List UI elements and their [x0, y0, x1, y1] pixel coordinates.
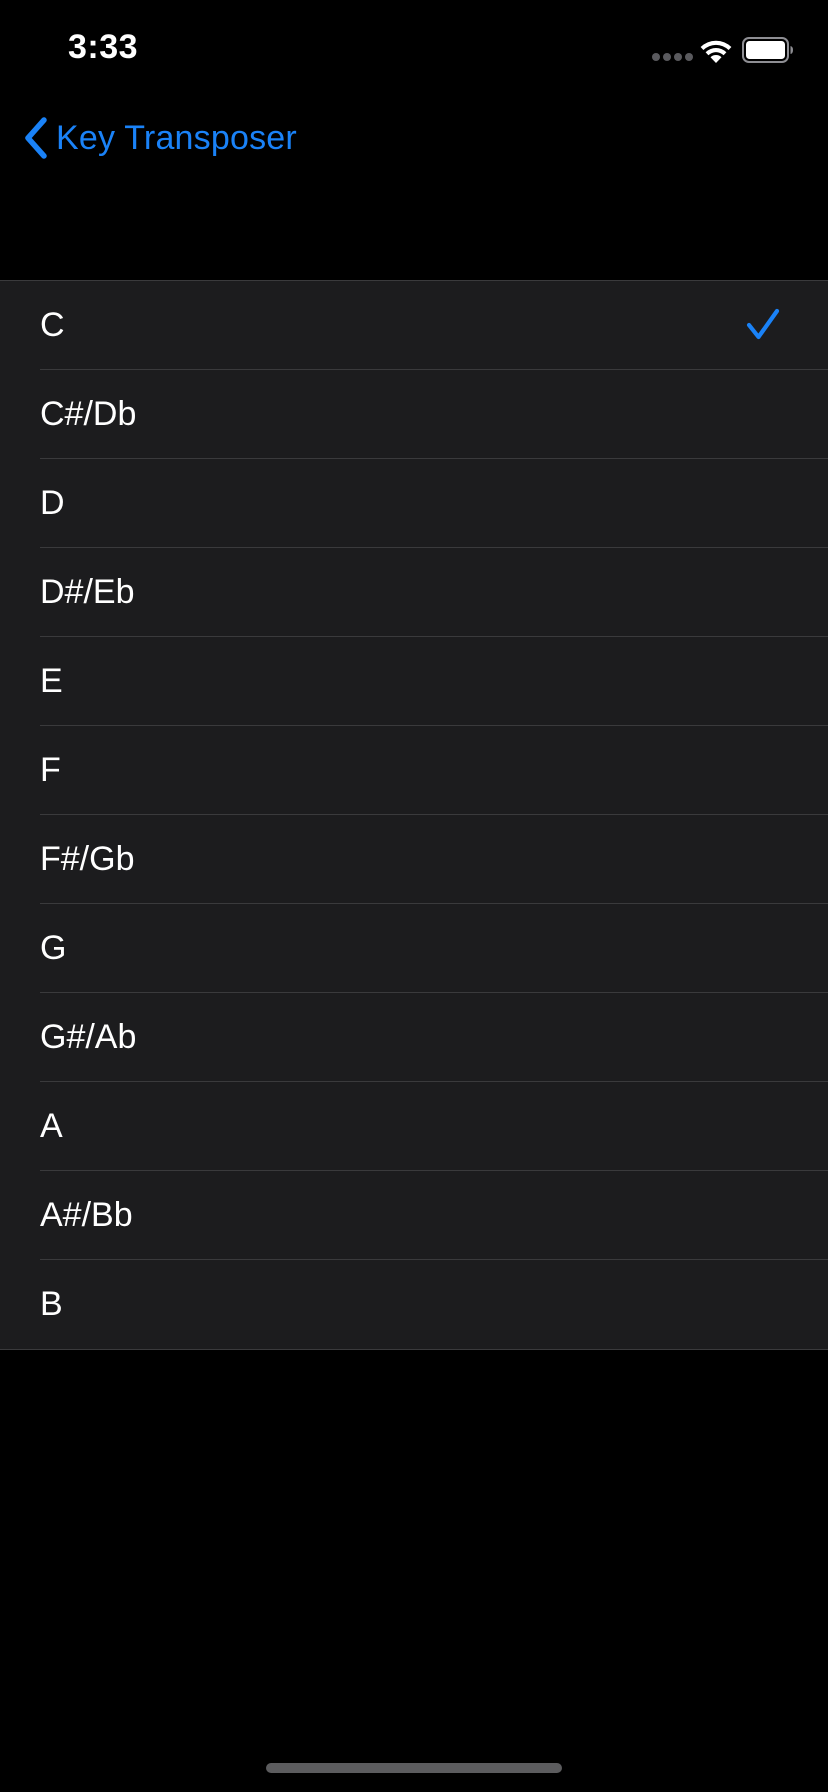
- list-item-label: C: [40, 306, 65, 344]
- status-time: 3:33: [68, 28, 139, 66]
- list-item-d[interactable]: D: [0, 459, 828, 548]
- list-item-label: E: [40, 662, 63, 700]
- list-item-g-sharp-a-flat[interactable]: G#/Ab: [0, 993, 828, 1082]
- list-item-label: F#/Gb: [40, 840, 135, 878]
- list-item-c[interactable]: C: [0, 281, 828, 370]
- home-indicator[interactable]: [266, 1763, 562, 1773]
- cellular-signal-icon: [652, 53, 693, 61]
- list-item-a-sharp-b-flat[interactable]: A#/Bb: [0, 1171, 828, 1260]
- list-item-label: G#/Ab: [40, 1018, 137, 1056]
- chevron-left-icon: [25, 117, 47, 159]
- list-item-a[interactable]: A: [0, 1082, 828, 1171]
- navigation-bar: Key Transposer: [0, 100, 828, 180]
- list-item-label: G: [40, 929, 67, 967]
- list-item-f-sharp-g-flat[interactable]: F#/Gb: [0, 815, 828, 904]
- list-item-c-sharp-d-flat[interactable]: C#/Db: [0, 370, 828, 459]
- list-item-label: D: [40, 484, 65, 522]
- list-item-label: B: [40, 1285, 63, 1323]
- list-item-label: D#/Eb: [40, 573, 135, 611]
- key-list: C C#/Db D D#/Eb E F F#/Gb G G#/Ab A A#/B…: [0, 280, 828, 1350]
- battery-icon: [742, 37, 793, 63]
- list-item-f[interactable]: F: [0, 726, 828, 815]
- list-item-label: C#/Db: [40, 395, 137, 433]
- back-button[interactable]: Key Transposer: [22, 108, 297, 168]
- list-item-label: A#/Bb: [40, 1196, 133, 1234]
- list-item-label: F: [40, 751, 61, 789]
- list-item-g[interactable]: G: [0, 904, 828, 993]
- list-item-b[interactable]: B: [0, 1260, 828, 1349]
- list-item-label: A: [40, 1107, 63, 1145]
- checkmark-icon: [746, 308, 780, 340]
- wifi-icon: [700, 40, 732, 63]
- back-button-label: Key Transposer: [56, 118, 297, 157]
- list-item-e[interactable]: E: [0, 637, 828, 726]
- list-item-d-sharp-e-flat[interactable]: D#/Eb: [0, 548, 828, 637]
- status-bar: 3:33: [0, 0, 828, 100]
